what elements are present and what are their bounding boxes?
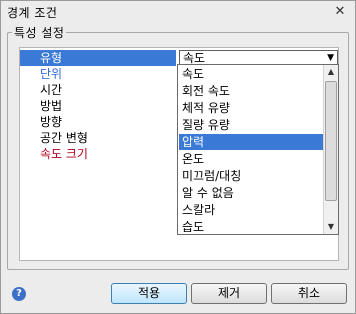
chevron-down-icon[interactable]: ▼ xyxy=(327,51,334,65)
dropdown-option[interactable]: 속도 xyxy=(179,66,323,82)
property-name-type: 유형 xyxy=(20,50,176,66)
property-name-spatial-variation: 공간 변형 xyxy=(40,131,88,145)
dropdown-option-selected[interactable]: 압력 xyxy=(179,134,323,150)
dropdown-option[interactable]: 질량 유량 xyxy=(179,117,323,133)
cancel-button[interactable]: 취소 xyxy=(271,283,347,304)
scroll-thumb[interactable] xyxy=(325,81,337,201)
dropdown-option[interactable]: 스칼라 xyxy=(179,202,323,218)
type-select-value: 속도 xyxy=(183,51,206,65)
window-title: 경계 조건 xyxy=(7,6,58,20)
close-icon[interactable]: ✕ xyxy=(333,5,347,19)
dropdown-option[interactable]: 온도 xyxy=(179,151,323,167)
apply-button[interactable]: 적용 xyxy=(111,283,187,304)
property-name-velocity-magnitude: 속도 크기 xyxy=(40,147,88,161)
dropdown-option[interactable]: 알 수 없음 xyxy=(179,185,323,201)
help-icon[interactable]: ? xyxy=(12,287,26,301)
boundary-condition-dialog: 경계 조건 ✕ 특성 설정 유형 속도 ▼ 단위 시간 방법 방향 공간 변형 … xyxy=(0,0,356,314)
dropdown-option[interactable]: 회전 속도 xyxy=(179,83,323,99)
dropdown-option[interactable]: 미끄럼/대칭 xyxy=(179,168,323,184)
scroll-down-arrow-icon[interactable]: ▼ xyxy=(324,220,338,234)
dropdown-scrollbar[interactable]: ▲ ▼ xyxy=(323,65,338,234)
property-name-time: 시간 xyxy=(40,83,63,97)
dropdown-option[interactable]: 습도 xyxy=(179,219,323,235)
property-name-method: 방법 xyxy=(40,99,63,113)
remove-button[interactable]: 제거 xyxy=(191,283,267,304)
scroll-up-arrow-icon[interactable]: ▲ xyxy=(324,65,338,79)
property-name-unit[interactable]: 단위 xyxy=(20,66,176,82)
dropdown-option[interactable]: 체적 유량 xyxy=(179,100,323,116)
property-name-direction: 방향 xyxy=(40,115,63,129)
title-bar: 경계 조건 ✕ xyxy=(1,1,355,23)
type-dropdown-list[interactable]: 속도 회전 속도 체적 유량 질량 유량 압력 온도 미끄럼/대칭 알 수 없음… xyxy=(177,64,339,235)
group-label: 특성 설정 xyxy=(12,24,67,41)
